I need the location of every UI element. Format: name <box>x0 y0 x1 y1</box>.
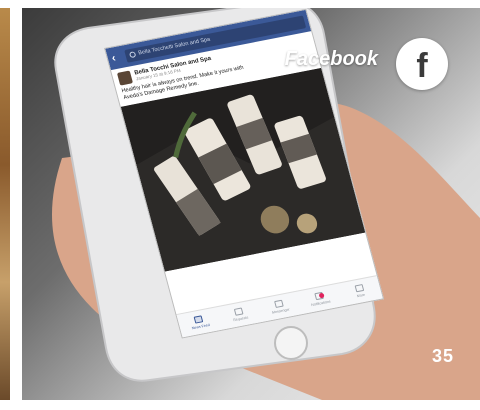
page-number: 35 <box>431 346 454 366</box>
news-feed-icon <box>193 315 204 324</box>
tab-label: Requests <box>232 315 249 323</box>
photo-panel: ‹ Bella Tocchetti Salon and Spa Bella To… <box>22 8 480 400</box>
tab-label: Notifications <box>310 299 332 308</box>
adjacent-photo-strip <box>0 8 10 400</box>
search-icon <box>128 51 137 59</box>
tab-label: Messenger <box>271 307 291 315</box>
tab-label: News Feed <box>191 322 211 331</box>
phone-home-button[interactable] <box>274 326 308 360</box>
back-arrow-icon[interactable]: ‹ <box>110 51 123 64</box>
slide: ‹ Bella Tocchetti Salon and Spa Bella To… <box>0 0 480 410</box>
facebook-label: Facebook <box>284 48 378 70</box>
messenger-icon <box>274 299 284 308</box>
notification-badge <box>318 292 326 299</box>
tab-label: More <box>356 292 366 299</box>
more-icon <box>354 284 364 293</box>
avatar[interactable] <box>116 70 134 86</box>
facebook-logo-letter: f <box>416 47 428 85</box>
requests-icon <box>234 307 244 316</box>
facebook-logo-icon: f <box>396 38 448 90</box>
